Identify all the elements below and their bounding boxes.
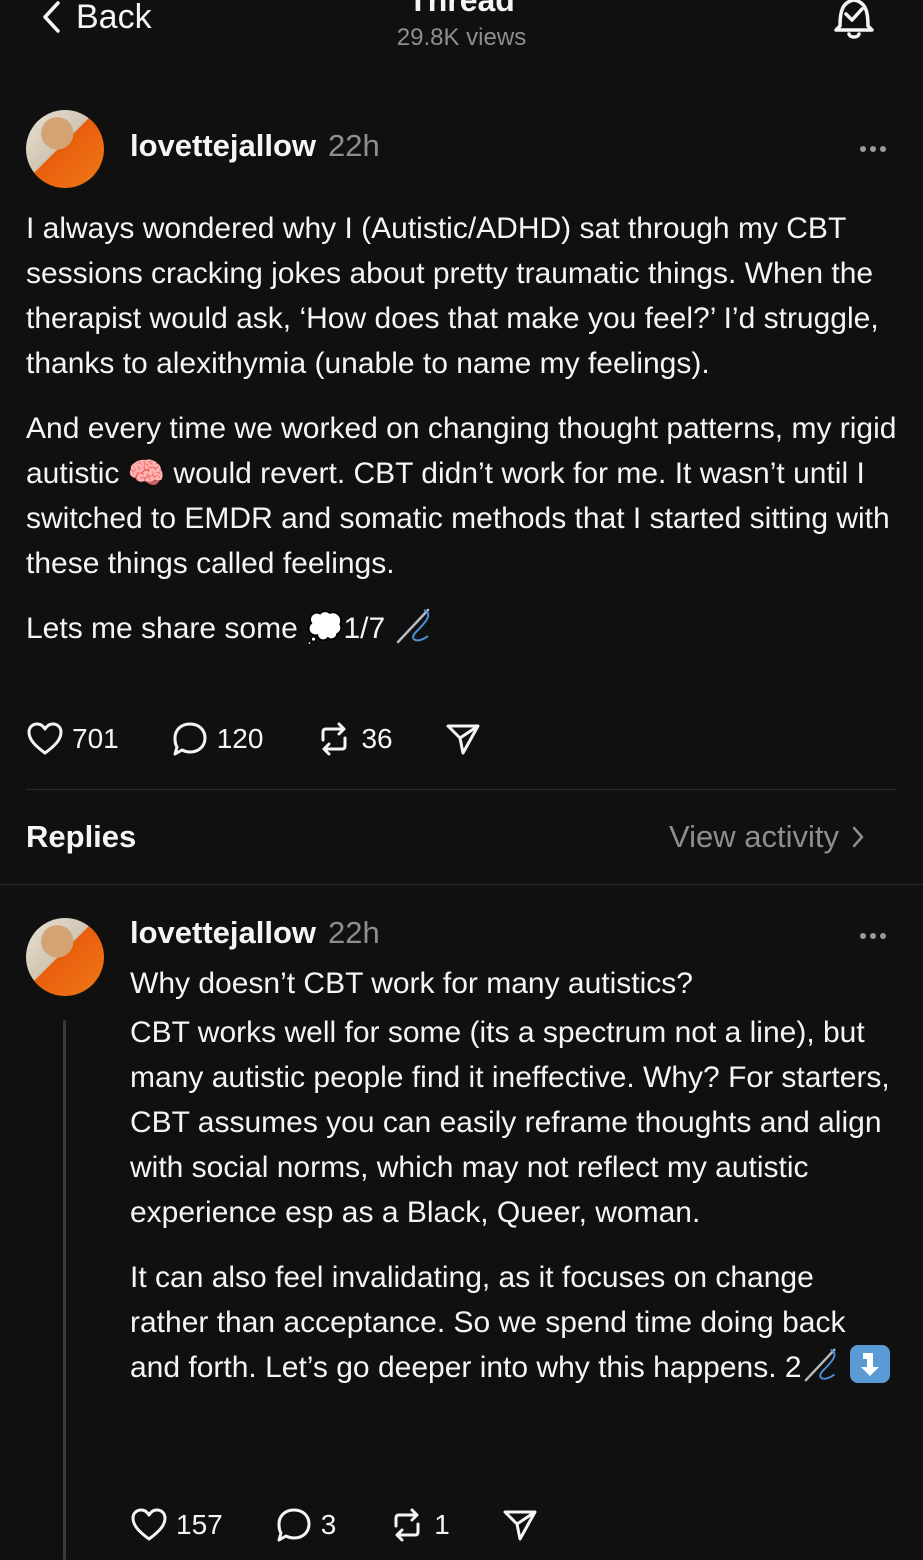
repost-icon (394, 1508, 420, 1542)
share-icon (503, 1510, 537, 1541)
reply-comment-count: 3 (320, 1509, 337, 1540)
repost-icon (321, 722, 347, 756)
comment-count: 120 (216, 723, 264, 754)
reply-share-button[interactable] (502, 1507, 538, 1543)
repost-count: 36 (361, 723, 393, 754)
reply-like-count: 157 (176, 1509, 223, 1540)
share-button[interactable] (445, 721, 481, 757)
like-button[interactable]: 701 (26, 721, 119, 757)
reply-repost-button[interactable]: 1 (388, 1506, 450, 1544)
reply-author-line: lovettejallow 22h (130, 915, 380, 951)
reply-more-button[interactable] (858, 915, 888, 949)
reply-time: 22h (328, 915, 380, 950)
chevron-right-icon (852, 826, 864, 848)
heart-icon (131, 1508, 167, 1541)
divider (0, 884, 923, 885)
reply-comment-button[interactable]: 3 (275, 1506, 337, 1544)
comment-icon (173, 722, 207, 756)
down-arrow-emoji-icon (849, 1345, 890, 1383)
heart-icon (27, 722, 63, 755)
needle-thread-icon (396, 608, 429, 644)
reply-like-button[interactable]: 157 (130, 1507, 223, 1543)
post-actions: 701 120 36 (26, 720, 481, 758)
replies-heading: Replies (26, 819, 137, 854)
reply-avatar[interactable] (26, 918, 104, 996)
comment-button[interactable]: 120 (171, 720, 264, 758)
brain-emoji: 🧠 (127, 457, 166, 490)
view-activity-link[interactable]: View activity (669, 819, 865, 855)
like-count: 701 (72, 723, 119, 754)
view-activity-label: View activity (669, 819, 839, 854)
thread-connector-line (63, 1020, 66, 1560)
post-paragraph-3: Lets me share some 💭1/7 (26, 606, 906, 651)
post-author-line: lovettejallow 22h (130, 128, 380, 164)
reply-paragraph-2: It can also feel invalidating, as it foc… (130, 1255, 900, 1390)
divider (26, 789, 897, 790)
reply-paragraph-1: CBT works well for some (its a spectrum … (130, 1016, 890, 1229)
reply-username[interactable]: lovettejallow (130, 915, 316, 950)
post-time: 22h (328, 128, 380, 163)
post-paragraph-1: I always wondered why I (Autistic/ADHD) … (26, 212, 879, 380)
more-icon (860, 146, 886, 152)
more-button[interactable] (858, 128, 888, 162)
more-icon (860, 933, 886, 939)
notification-bell-icon (834, 0, 874, 39)
thread-counter: 1/7 (343, 612, 386, 645)
username[interactable]: lovettejallow (130, 128, 316, 163)
notification-bell-button[interactable] (830, 0, 878, 47)
share-icon (446, 724, 480, 755)
reply-actions: 157 3 1 (130, 1506, 538, 1544)
post-paragraph-3-text: Lets me share some (26, 612, 298, 645)
post-paragraph-2: And every time we worked on changing tho… (26, 406, 906, 586)
reply-heading: Why doesn’t CBT work for many autistics? (130, 967, 693, 1000)
comment-icon (277, 1508, 311, 1542)
avatar[interactable] (26, 110, 104, 188)
page-title: Thread (408, 0, 515, 18)
thought-balloon-emoji: 💭 (306, 612, 344, 645)
needle-thread-icon (804, 1348, 836, 1382)
reply-body: Why doesn’t CBT work for many autistics?… (130, 961, 900, 1390)
post-body: I always wondered why I (Autistic/ADHD) … (26, 206, 906, 651)
repost-button[interactable]: 36 (315, 720, 393, 758)
reply-paragraph-2-text: It can also feel invalidating, as it foc… (130, 1261, 846, 1384)
view-count: 29.8K views (396, 24, 527, 51)
reply-repost-count: 1 (434, 1509, 450, 1540)
